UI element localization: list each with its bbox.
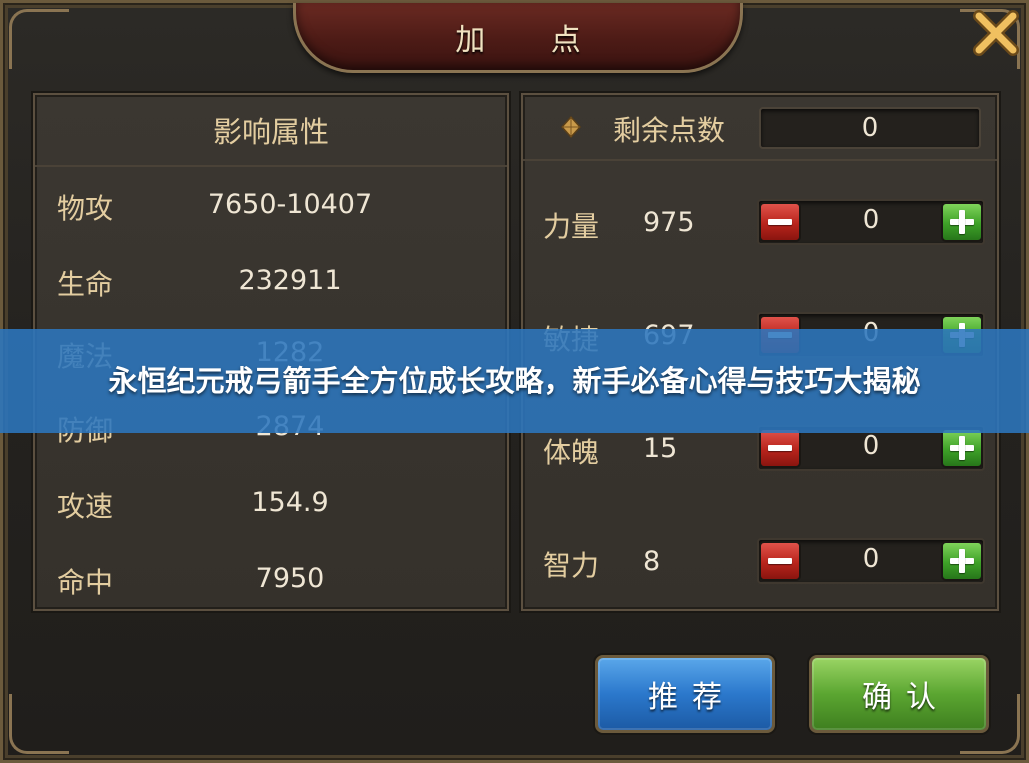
points-stepper: 0	[757, 199, 985, 245]
dialog-title-plate: 加 点	[293, 3, 743, 73]
points-stepper: 0	[757, 538, 985, 584]
attr-value: 975	[643, 207, 695, 238]
plus-button[interactable]	[941, 428, 983, 468]
frame-corner	[9, 694, 69, 754]
stat-label: 生命	[57, 268, 114, 301]
added-points: 0	[862, 544, 880, 574]
attr-row-strength: 力量 975 0	[523, 195, 997, 255]
stat-value: 7650-10407	[207, 189, 373, 220]
minus-icon	[768, 558, 792, 564]
article-title: 永恒纪元戒弓箭手全方位成长攻略，新手必备心得与技巧大揭秘	[108, 364, 921, 398]
confirm-button[interactable]: 确认	[809, 655, 989, 733]
attr-value: 15	[643, 433, 678, 464]
attr-label: 力量	[543, 210, 600, 243]
minus-icon	[768, 445, 792, 451]
close-button[interactable]	[968, 5, 1024, 61]
attr-value: 8	[643, 546, 661, 577]
dialog-title: 加 点	[455, 22, 609, 58]
frame-corner	[9, 9, 69, 69]
stat-value: 232911	[238, 265, 342, 296]
recommend-button-label: 推荐	[648, 680, 736, 715]
plus-button[interactable]	[941, 202, 983, 242]
stat-value: 154.9	[251, 487, 329, 518]
minus-icon	[768, 219, 792, 225]
plus-button[interactable]	[941, 541, 983, 581]
stat-row-hit: 命中 7950	[35, 553, 507, 603]
confirm-button-label: 确认	[862, 680, 950, 715]
diamond-icon	[560, 115, 582, 139]
close-x-icon	[973, 10, 1019, 56]
added-points: 0	[862, 431, 880, 461]
added-points: 0	[862, 205, 880, 235]
influence-header: 影响属性	[35, 95, 507, 167]
stat-row-attack: 物攻 7650-10407	[35, 179, 507, 229]
attr-label: 体魄	[543, 436, 600, 469]
stat-value: 7950	[255, 563, 325, 594]
article-title-banner: 永恒纪元戒弓箭手全方位成长攻略，新手必备心得与技巧大揭秘	[0, 329, 1029, 433]
attr-label: 智力	[543, 549, 600, 582]
stat-row-health: 生命 232911	[35, 255, 507, 305]
stat-row-attack-speed: 攻速 154.9	[35, 477, 507, 527]
minus-button[interactable]	[759, 428, 801, 468]
attr-row-intellect: 智力 8 0	[523, 534, 997, 594]
influence-header-label: 影响属性	[212, 115, 329, 149]
remaining-points-row: 剩余点数 0	[523, 95, 997, 161]
stat-label: 物攻	[57, 192, 114, 225]
minus-button[interactable]	[759, 541, 801, 581]
recommend-button[interactable]: 推荐	[595, 655, 775, 733]
stat-label: 攻速	[57, 490, 114, 523]
stat-label: 命中	[57, 566, 114, 599]
remaining-points-value: 0	[759, 107, 981, 149]
minus-button[interactable]	[759, 202, 801, 242]
remaining-points-label: 剩余点数	[613, 114, 726, 147]
